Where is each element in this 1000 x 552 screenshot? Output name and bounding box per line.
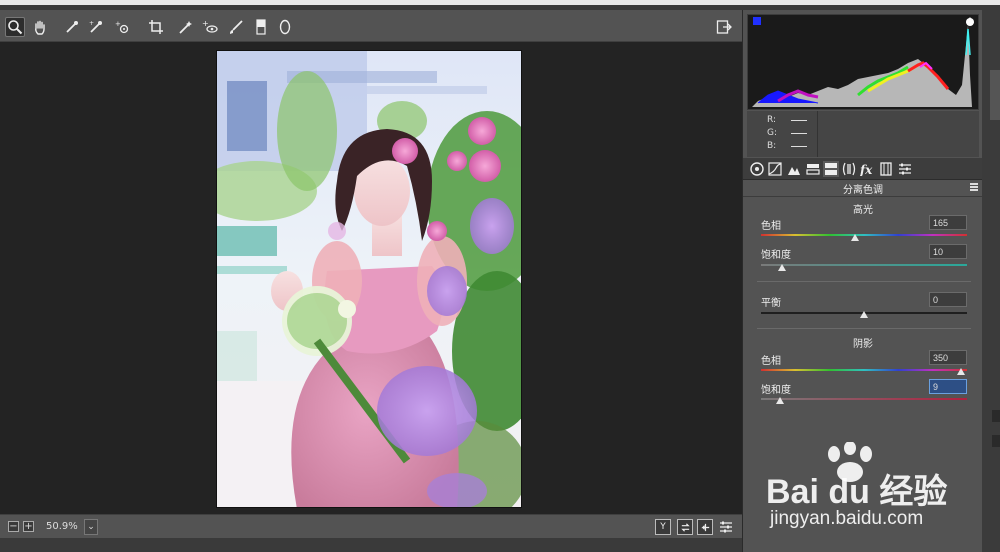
svg-text:fx: fx [860, 163, 873, 176]
b-value [791, 146, 807, 147]
highlights-saturation-field[interactable] [929, 244, 967, 259]
photo-image [217, 51, 521, 507]
red-eye-icon[interactable]: + [200, 17, 220, 37]
gutter-mark-2 [992, 435, 1000, 447]
zoom-out-button[interactable]: − [8, 521, 19, 532]
highlights-saturation-label: 饱和度 [761, 250, 791, 261]
gutter-block [990, 70, 1000, 120]
adjustment-brush-icon[interactable] [226, 17, 246, 37]
adjustments-panel: R: G: B: fx 分离色调 高光 色相 165 饱和度 10 平衡 0 阴… [742, 10, 983, 552]
camera-raw-window: + + + − + 50.9% ⌄ Y R: G: B: fx 分离色调 高光 … [0, 0, 1000, 552]
histogram [747, 14, 979, 110]
shadows-hue-label: 色相 [761, 356, 781, 367]
panel-menu-icon[interactable] [970, 183, 978, 191]
highlights-hue-slider[interactable] [761, 234, 967, 236]
gutter-mark-1 [992, 410, 1000, 422]
highlights-hue-label: 色相 [761, 221, 781, 232]
readout-divider [817, 111, 818, 157]
g-value [791, 133, 807, 134]
status-bar: − + 50.9% ⌄ Y [0, 514, 742, 538]
panel-tabs: fx [743, 158, 983, 180]
photo-preview [216, 50, 522, 508]
toolbar: + + + [0, 10, 742, 42]
shadows-hue-field[interactable] [929, 350, 967, 365]
balance-label: 平衡 [761, 298, 781, 309]
r-label: R: [767, 115, 777, 125]
zoom-icon[interactable] [5, 17, 25, 37]
white-balance-icon[interactable] [62, 17, 82, 37]
copy-settings-icon[interactable] [697, 519, 713, 535]
crop-icon[interactable] [146, 17, 166, 37]
zoom-dropdown[interactable]: ⌄ [84, 519, 98, 535]
highlights-saturation-slider[interactable] [761, 264, 967, 266]
highlights-saturation-thumb[interactable] [777, 264, 786, 271]
tab-calibration-icon[interactable] [878, 161, 894, 177]
rgb-readout: R: G: B: [747, 111, 979, 157]
hand-icon[interactable] [30, 17, 50, 37]
highlights-hue-field[interactable] [929, 215, 967, 230]
tab-tone-curve-icon[interactable] [767, 161, 783, 177]
tab-effects-icon[interactable]: fx [859, 161, 875, 177]
tab-presets-icon[interactable] [897, 161, 913, 177]
b-label: B: [767, 141, 777, 151]
balance-field[interactable] [929, 292, 967, 307]
r-value [791, 120, 807, 121]
balance-thumb[interactable] [860, 311, 868, 318]
open-preferences-icon[interactable] [714, 17, 734, 37]
shadow-clipping-icon [753, 17, 761, 25]
section-divider-1 [757, 281, 971, 282]
svg-text:+: + [89, 20, 94, 27]
tab-split-toning-icon[interactable] [823, 161, 839, 177]
image-canvas[interactable] [0, 42, 742, 514]
footer-strip [0, 538, 742, 552]
tab-hsl-icon[interactable] [805, 161, 821, 177]
tab-detail-icon[interactable] [786, 161, 802, 177]
highlights-hue-thumb[interactable] [851, 234, 860, 241]
section-divider-2 [757, 328, 971, 329]
shadows-saturation-thumb[interactable] [775, 397, 784, 404]
spot-removal-icon[interactable] [176, 17, 196, 37]
targeted-adjust-icon[interactable]: + [112, 17, 132, 37]
shadows-title: 阴影 [853, 339, 873, 350]
radial-filter-icon[interactable] [275, 17, 295, 37]
shadows-saturation-slider[interactable] [761, 398, 967, 400]
title-divider [743, 196, 983, 197]
shadows-saturation-label: 饱和度 [761, 385, 791, 396]
graduated-filter-icon[interactable] [251, 17, 271, 37]
zoom-in-button[interactable]: + [23, 521, 34, 532]
shadows-saturation-field[interactable] [929, 379, 967, 394]
shadows-hue-slider[interactable] [761, 369, 967, 371]
swap-before-after-icon[interactable] [677, 519, 693, 535]
tab-lens-icon[interactable] [841, 161, 857, 177]
shadows-hue-thumb[interactable] [957, 368, 966, 375]
settings-sliders-icon[interactable] [718, 519, 734, 535]
g-label: G: [767, 128, 778, 138]
svg-text:+: + [115, 20, 121, 28]
color-sampler-icon[interactable]: + [86, 17, 106, 37]
before-after-y-button[interactable]: Y [655, 519, 671, 535]
highlights-title: 高光 [853, 205, 873, 216]
zoom-level[interactable]: 50.9% [40, 519, 84, 535]
right-gutter [982, 10, 1000, 552]
tab-basic-icon[interactable] [749, 161, 765, 177]
panel-title: 分离色调 [843, 185, 883, 196]
